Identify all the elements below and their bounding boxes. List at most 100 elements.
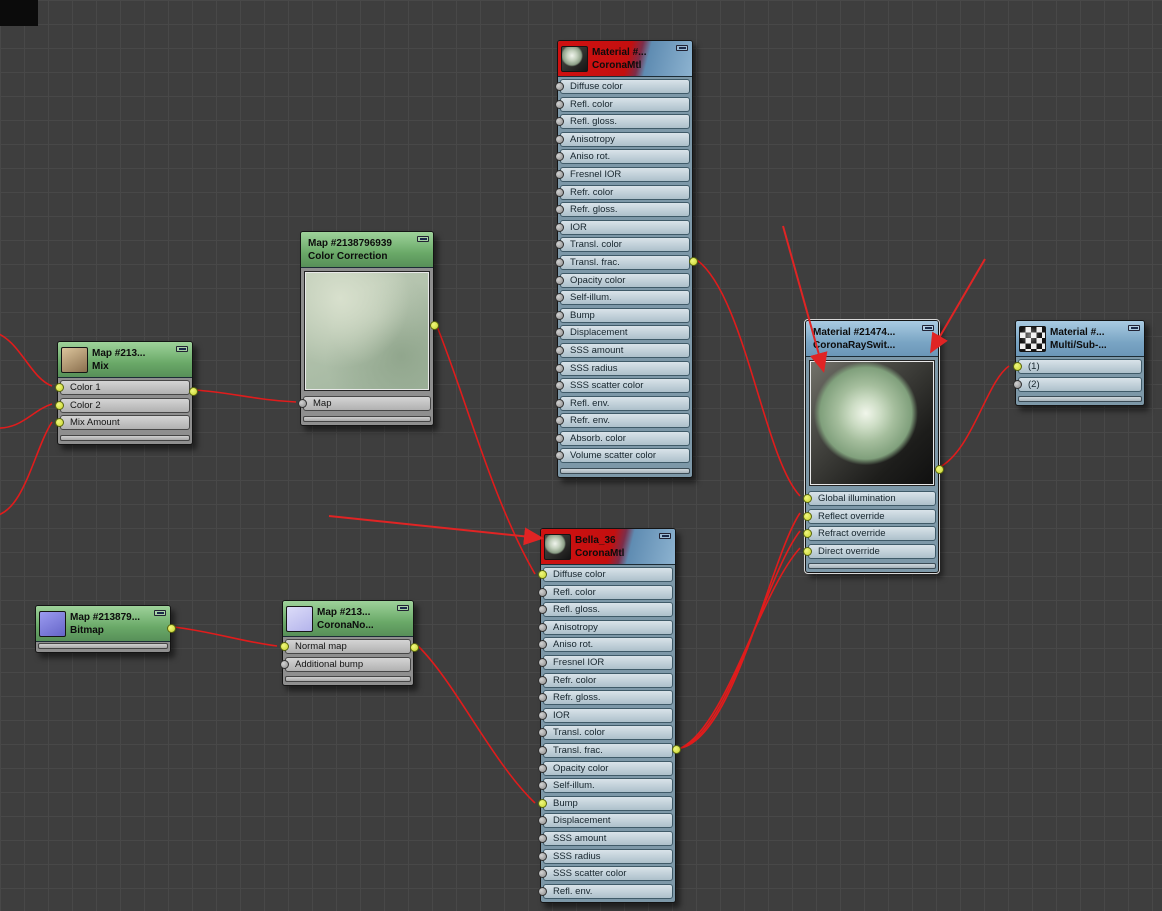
input-socket[interactable] (555, 363, 564, 373)
input-socket[interactable] (555, 398, 564, 408)
slot-row[interactable]: Refl. color (555, 96, 690, 112)
output-socket[interactable] (410, 643, 419, 652)
slot-row[interactable]: SSS scatter color (538, 866, 673, 882)
slot-row[interactable]: Global illumination (803, 491, 936, 506)
slot-row[interactable]: Anisotropy (538, 619, 673, 635)
slot-row[interactable]: Transl. frac. (538, 742, 673, 758)
slot-row[interactable]: Refl. env. (538, 883, 673, 899)
slot-row[interactable]: Transl. frac. (555, 254, 690, 270)
slot-row[interactable]: Refr. color (555, 184, 690, 200)
input-socket[interactable] (555, 82, 564, 91)
node-header[interactable]: Map #213... CoronaNo... (283, 601, 413, 637)
slot-row[interactable]: Refl. gloss. (555, 114, 690, 130)
slot-row[interactable]: Diffuse color (538, 567, 673, 582)
slot-row[interactable]: IOR (538, 707, 673, 723)
input-socket[interactable] (538, 657, 547, 667)
slot-row[interactable]: Mix Amount (55, 415, 190, 431)
slot-row[interactable]: Anisotropy (555, 131, 690, 147)
input-socket[interactable] (555, 345, 564, 355)
node-coronamtl-bella[interactable]: Bella_36 CoronaMtl Diffuse color Refl. c… (538, 528, 681, 904)
input-socket[interactable] (538, 886, 547, 896)
node-header[interactable]: Material #... CoronaMtl (558, 41, 692, 77)
slot-row[interactable]: Diffuse color (555, 79, 690, 94)
collapse-icon[interactable] (676, 45, 688, 51)
slot-row[interactable]: Fresnel IOR (538, 654, 673, 670)
collapse-icon[interactable] (659, 533, 671, 539)
slot-row[interactable]: Self-illum. (538, 778, 673, 794)
slot-row[interactable]: Aniso rot. (555, 149, 690, 165)
input-socket[interactable] (803, 494, 812, 503)
slot-row[interactable]: Refr. env. (555, 413, 690, 429)
input-socket[interactable] (555, 257, 564, 267)
input-socket[interactable] (55, 383, 64, 392)
input-socket[interactable] (555, 134, 564, 144)
slot-row[interactable]: Transl. color (555, 237, 690, 253)
slot-row[interactable]: Opacity color (555, 272, 690, 288)
input-socket[interactable] (555, 99, 564, 109)
input-socket[interactable] (538, 833, 547, 843)
input-socket[interactable] (538, 570, 547, 579)
input-socket[interactable] (555, 433, 564, 443)
slot-row[interactable]: Absorb. color (555, 430, 690, 446)
node-color-correction[interactable]: Map #2138796939 Color Correction Map (298, 231, 439, 426)
slot-row[interactable]: Refl. env. (555, 395, 690, 411)
node-multisub[interactable]: Material #... Multi/Sub-... (1) (2) (1013, 320, 1145, 407)
node-header[interactable]: Material #... Multi/Sub-... (1016, 321, 1144, 357)
input-socket[interactable] (1013, 362, 1022, 371)
node-editor-canvas[interactable]: Material #... CoronaMtl Diffuse color Re… (0, 0, 1162, 911)
slot-row[interactable]: (1) (1013, 359, 1142, 374)
input-socket[interactable] (538, 763, 547, 773)
input-socket[interactable] (555, 275, 564, 285)
slot-row[interactable]: Map (298, 396, 431, 411)
slot-row[interactable]: Refr. color (538, 672, 673, 688)
collapse-icon[interactable] (154, 610, 166, 616)
slot-row[interactable]: Refl. gloss. (538, 602, 673, 618)
slot-row[interactable]: Self-illum. (555, 290, 690, 306)
slot-row[interactable]: Opacity color (538, 760, 673, 776)
node-coronamtl-top[interactable]: Material #... CoronaMtl Diffuse color Re… (555, 40, 698, 479)
input-socket[interactable] (298, 399, 307, 408)
input-socket[interactable] (803, 546, 812, 556)
slot-row[interactable]: Volume scatter color (555, 448, 690, 464)
slot-row[interactable]: Additional bump (280, 656, 411, 672)
node-corona-rayswitch[interactable]: Material #21474... CoronaRaySwit... Glob… (803, 318, 944, 575)
input-socket[interactable] (555, 222, 564, 232)
slot-row[interactable]: Refl. color (538, 584, 673, 600)
input-socket[interactable] (538, 622, 547, 632)
output-socket[interactable] (189, 387, 198, 396)
slot-row[interactable]: (2) (1013, 376, 1142, 392)
slot-row[interactable]: Aniso rot. (538, 637, 673, 653)
output-socket[interactable] (167, 624, 176, 633)
node-header[interactable]: Material #21474... CoronaRaySwit... (806, 321, 938, 357)
output-socket[interactable] (672, 745, 681, 754)
output-socket[interactable] (689, 257, 698, 266)
node-header[interactable]: Map #213879... Bitmap (36, 606, 170, 642)
input-socket[interactable] (538, 851, 547, 861)
slot-row[interactable]: Color 2 (55, 397, 190, 413)
input-socket[interactable] (555, 169, 564, 179)
output-socket[interactable] (935, 465, 944, 474)
slot-row[interactable]: SSS scatter color (555, 378, 690, 394)
collapse-icon[interactable] (417, 236, 429, 242)
slot-row[interactable]: Reflect override (803, 508, 936, 524)
node-corona-normal[interactable]: Map #213... CoronaNo... Normal map Addit… (280, 600, 419, 687)
input-socket[interactable] (538, 798, 547, 808)
node-bitmap[interactable]: Map #213879... Bitmap (35, 605, 176, 653)
slot-row[interactable]: Transl. color (538, 725, 673, 741)
slot-row[interactable]: Fresnel IOR (555, 166, 690, 182)
slot-row[interactable]: IOR (555, 219, 690, 235)
input-socket[interactable] (280, 659, 289, 669)
collapse-icon[interactable] (397, 605, 409, 611)
collapse-icon[interactable] (922, 325, 934, 331)
slot-row[interactable]: SSS radius (538, 848, 673, 864)
collapse-icon[interactable] (176, 346, 188, 352)
input-socket[interactable] (555, 310, 564, 320)
slot-row[interactable]: Displacement (555, 325, 690, 341)
slot-row[interactable]: Displacement (538, 813, 673, 829)
slot-row[interactable]: Refract override (803, 526, 936, 542)
node-header[interactable]: Map #213... Mix (58, 342, 192, 378)
input-socket[interactable] (803, 511, 812, 521)
input-socket[interactable] (280, 642, 289, 651)
slot-row[interactable]: Direct override (803, 543, 936, 559)
input-socket[interactable] (555, 187, 564, 197)
